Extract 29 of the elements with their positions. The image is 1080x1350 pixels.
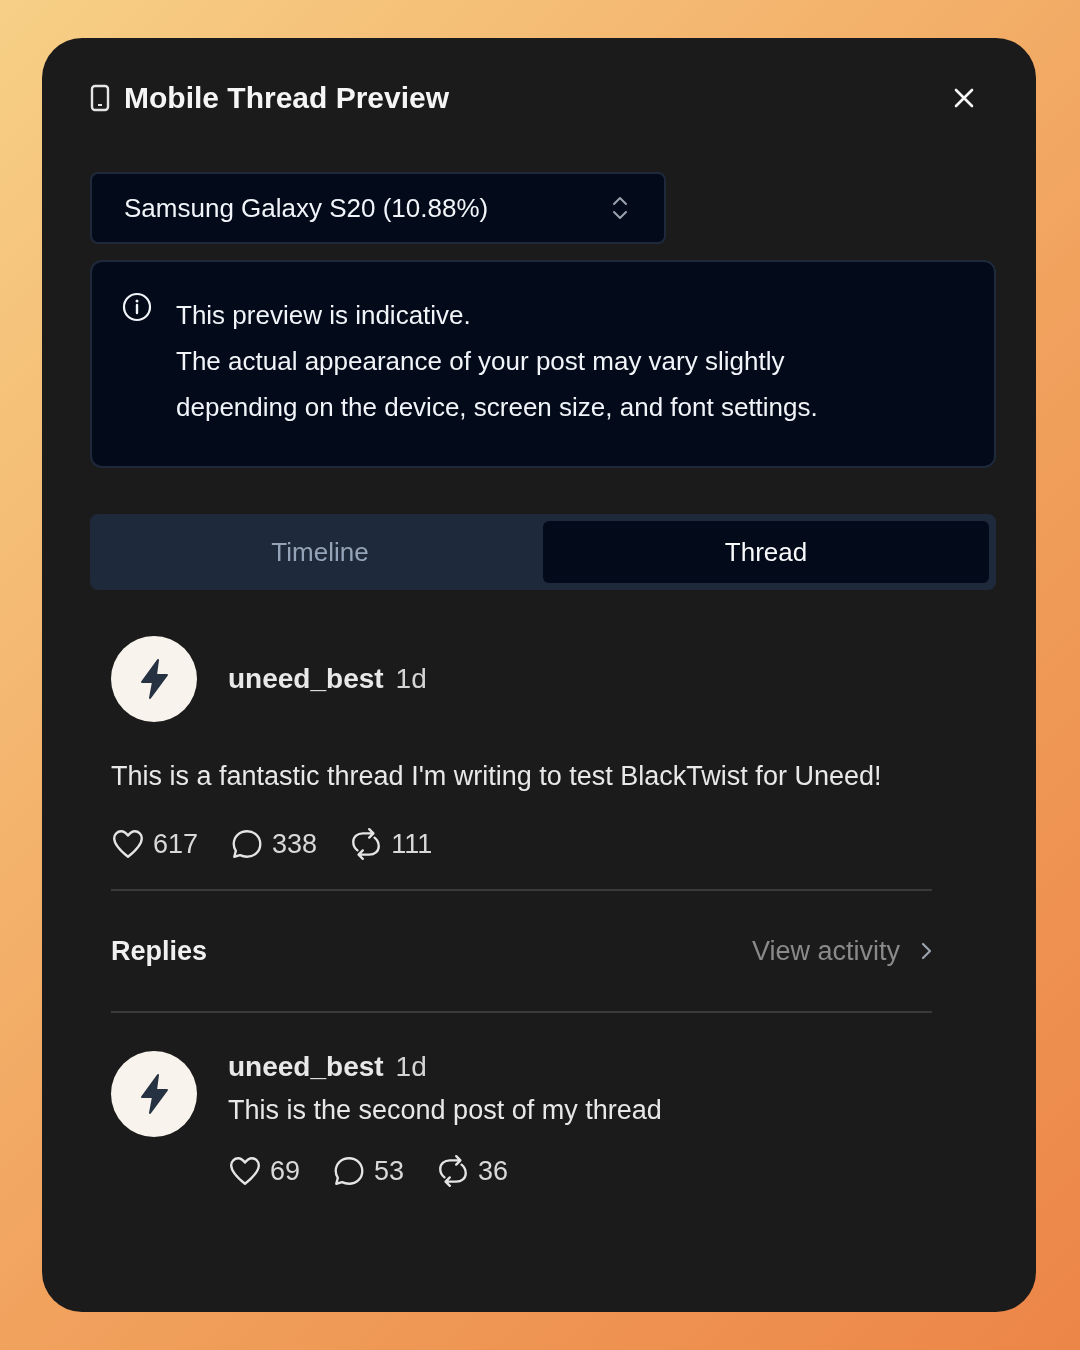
avatar-bolt-icon xyxy=(111,1051,197,1137)
stat-count: 53 xyxy=(374,1155,405,1187)
post-text: This is a fantastic thread I'm writing to test BlackTwist for Uneed! xyxy=(111,760,883,793)
view-activity-link[interactable]: View activity xyxy=(751,935,900,967)
author-name: uneed_best xyxy=(228,663,384,695)
device-select[interactable]: Samsung Galaxy S20 (10.88%) xyxy=(90,172,666,244)
chevron-up-down-icon xyxy=(612,195,628,221)
dialog-title: Mobile Thread Preview xyxy=(124,81,451,115)
phone-icon xyxy=(90,84,110,112)
stat-count: 617 xyxy=(153,828,199,860)
notice-text: The actual appearance of your post may vary slightly depending on the device, screen size, and font settings. xyxy=(176,345,819,424)
view-tab[interactable]: Thread xyxy=(543,521,989,583)
heart-icon[interactable] xyxy=(228,1154,262,1188)
stat-count: 69 xyxy=(270,1155,301,1187)
close-icon[interactable] xyxy=(952,86,976,110)
stat-count: 36 xyxy=(478,1155,509,1187)
heart-icon[interactable] xyxy=(111,827,145,861)
post-time: 1d xyxy=(395,1051,427,1083)
view-tab[interactable]: Timeline xyxy=(97,521,543,583)
replies-heading: Replies xyxy=(111,935,209,967)
stat-count: 111 xyxy=(391,828,433,860)
chevron-right-icon[interactable] xyxy=(920,941,932,961)
info-icon xyxy=(122,292,152,322)
notice-text: This preview is indicative. xyxy=(176,299,472,332)
post-time: 1d xyxy=(395,663,427,695)
reply-text: This is the second post of my thread xyxy=(228,1095,662,1126)
avatar-bolt-icon xyxy=(111,636,197,722)
stat-count: 338 xyxy=(272,828,318,860)
author-name: uneed_best xyxy=(228,1051,384,1083)
